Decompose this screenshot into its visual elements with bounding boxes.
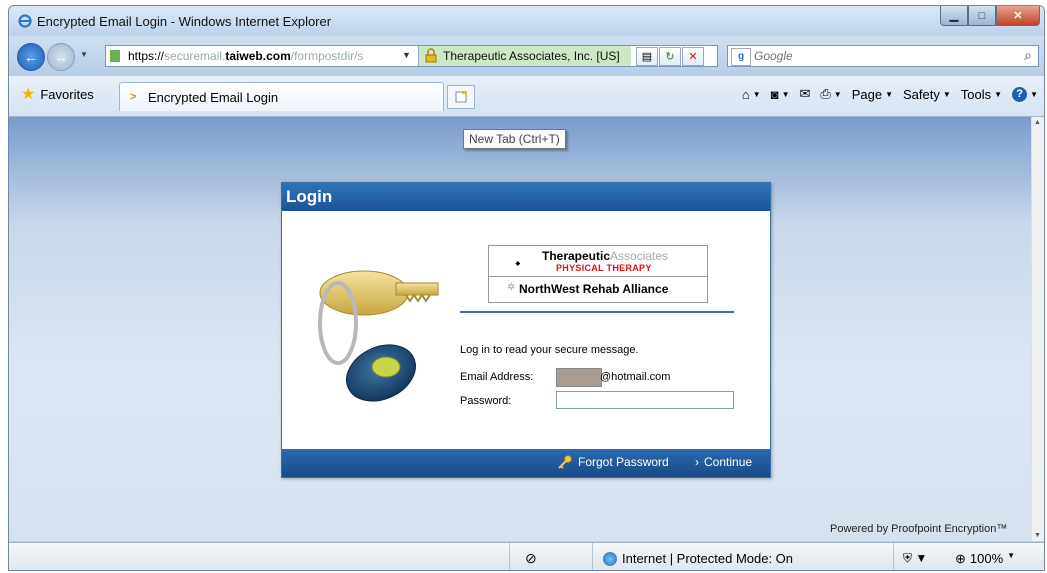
continue-label: Continue bbox=[704, 455, 753, 469]
arrow-right-icon: › bbox=[695, 455, 699, 469]
logo-subtitle: PHYSICAL THERAPY bbox=[556, 263, 652, 273]
maximize-button[interactable]: □ bbox=[968, 6, 996, 26]
favorites-button[interactable]: ★ Favorites bbox=[15, 83, 100, 105]
status-divider bbox=[509, 543, 510, 570]
vertical-scrollbar[interactable]: ▲ ▼ bbox=[1031, 117, 1044, 541]
address-url[interactable]: https://securemail.taiweb.com/formpostdi… bbox=[128, 49, 363, 63]
page-menu-label: Page bbox=[851, 86, 883, 102]
address-dropdown-icon[interactable]: ▼ bbox=[402, 50, 411, 60]
compatibility-view-icon[interactable]: ▤ bbox=[636, 47, 658, 66]
login-header: Login bbox=[282, 183, 770, 211]
status-divider bbox=[893, 543, 894, 570]
snowflake-icon: ✲ bbox=[507, 282, 516, 293]
protected-mode-icon[interactable]: ⛨ ▼ bbox=[903, 551, 927, 566]
forward-button[interactable]: → bbox=[47, 43, 75, 71]
safety-menu-label: Safety bbox=[903, 86, 940, 102]
login-panel: Login 𝆺 TherapeuticAssociates PHYSICAL T… bbox=[281, 182, 771, 478]
title-bar: Encrypted Email Login - Windows Internet… bbox=[9, 6, 1044, 36]
figure-logo-icon: 𝆺 bbox=[515, 250, 521, 270]
address-bar[interactable]: https://securemail.taiweb.com/formpostdi… bbox=[105, 45, 718, 67]
status-bar: ⊘ Internet | Protected Mode: On ⛨ ▼ ⊕ 10… bbox=[9, 542, 1044, 570]
close-button[interactable]: ✕ bbox=[996, 6, 1040, 26]
lock-icon bbox=[425, 48, 437, 63]
security-report[interactable]: Therapeutic Associates, Inc. [US] bbox=[418, 46, 631, 66]
minimize-button[interactable]: ▁ bbox=[940, 6, 968, 26]
globe-icon bbox=[603, 551, 617, 566]
favorites-label: Favorites bbox=[40, 86, 94, 102]
page-menu[interactable]: Page ▼ bbox=[852, 87, 893, 102]
back-button[interactable]: ← bbox=[17, 43, 45, 71]
rss-icon: ◙ bbox=[770, 86, 779, 102]
zoom-label: 100% bbox=[969, 551, 1004, 566]
address-row: ← → ▼ https://securemail.taiweb.com/form… bbox=[9, 36, 1044, 76]
scroll-down-icon[interactable]: ▼ bbox=[1034, 532, 1041, 539]
search-input[interactable] bbox=[752, 48, 996, 64]
command-bar: ⌂ ▼ ◙ ▼ ✉ ⎙ ▼ Page ▼ Safety ▼ Tools ▼ ? ▼ bbox=[742, 86, 1038, 102]
search-box: g ⌕ bbox=[727, 45, 1039, 67]
key-icon bbox=[558, 455, 572, 469]
tab-label: Encrypted Email Login bbox=[148, 90, 279, 105]
email-domain: @hotmail.com bbox=[600, 371, 671, 383]
refresh-icon[interactable]: ↻ bbox=[659, 47, 681, 66]
company-logo: 𝆺 TherapeuticAssociates PHYSICAL THERAPY… bbox=[488, 245, 708, 303]
mail-button[interactable]: ✉ bbox=[799, 86, 810, 102]
redacted-email-user bbox=[556, 368, 602, 387]
logo-name-light: Associates bbox=[610, 249, 669, 263]
new-tab-button[interactable] bbox=[447, 85, 475, 109]
home-button[interactable]: ⌂ ▼ bbox=[742, 87, 761, 102]
password-label: Password: bbox=[460, 395, 512, 407]
star-icon: ★ bbox=[21, 86, 36, 103]
login-footer: Forgot Password › Continue bbox=[282, 449, 770, 477]
email-label: Email Address: bbox=[460, 371, 534, 383]
new-tab-tooltip: New Tab (Ctrl+T) bbox=[463, 129, 566, 149]
login-instructions: Log in to read your secure message. bbox=[460, 344, 639, 356]
mail-icon: ✉ bbox=[799, 86, 811, 101]
forgot-password-label: Forgot Password bbox=[578, 455, 669, 469]
page-arrow-icon: > bbox=[130, 91, 137, 103]
page-icon bbox=[110, 50, 120, 62]
key-fob-illustration bbox=[318, 270, 439, 402]
tools-menu[interactable]: Tools ▼ bbox=[961, 87, 1002, 102]
print-button[interactable]: ⎙ ▼ bbox=[820, 86, 841, 102]
zoom-icon: ⊕ bbox=[955, 551, 966, 566]
help-button[interactable]: ? ▼ bbox=[1012, 86, 1038, 102]
google-icon[interactable]: g bbox=[731, 48, 751, 66]
continue-button[interactable]: › Continue bbox=[695, 455, 752, 469]
recent-pages-dropdown-icon[interactable]: ▼ bbox=[80, 50, 88, 59]
security-label: Therapeutic Associates, Inc. [US] bbox=[443, 49, 620, 63]
security-zone[interactable]: Internet | Protected Mode: On bbox=[603, 551, 793, 566]
privacy-report-icon[interactable]: ⊘ bbox=[525, 550, 537, 567]
status-divider bbox=[592, 543, 593, 570]
home-icon: ⌂ bbox=[741, 86, 750, 102]
help-icon: ? bbox=[1012, 86, 1028, 102]
stop-icon[interactable]: ✕ bbox=[682, 47, 704, 66]
zoom-control[interactable]: ⊕ 100% ▼ bbox=[955, 551, 1015, 567]
window-title: Encrypted Email Login - Windows Internet… bbox=[37, 14, 332, 29]
ie-logo-icon bbox=[18, 14, 32, 28]
tab-encrypted-email-login[interactable]: > Encrypted Email Login bbox=[119, 82, 444, 111]
logo-name-bold: Therapeutic bbox=[542, 249, 611, 263]
zone-label: Internet | Protected Mode: On bbox=[622, 551, 794, 566]
browser-window: Encrypted Email Login - Windows Internet… bbox=[8, 5, 1045, 571]
password-field[interactable] bbox=[556, 391, 734, 409]
favorites-row: ★ Favorites > Encrypted Email Login ⌂ ▼ ◙… bbox=[9, 76, 1044, 117]
tools-menu-label: Tools bbox=[960, 86, 992, 102]
new-tab-icon bbox=[455, 91, 467, 103]
scroll-up-icon[interactable]: ▲ bbox=[1034, 119, 1041, 126]
feeds-button[interactable]: ◙ ▼ bbox=[771, 87, 790, 102]
zoom-dropdown-icon: ▼ bbox=[1007, 551, 1016, 560]
divider bbox=[460, 311, 734, 313]
search-icon[interactable]: ⌕ bbox=[1024, 47, 1032, 64]
powered-by: Powered by Proofpoint Encryption™ bbox=[830, 523, 1008, 535]
forgot-password-link[interactable]: Forgot Password bbox=[557, 455, 669, 469]
safety-menu[interactable]: Safety ▼ bbox=[903, 87, 951, 102]
logo-alliance: NorthWest Rehab Alliance bbox=[519, 282, 669, 296]
print-icon: ⎙ bbox=[820, 86, 831, 101]
